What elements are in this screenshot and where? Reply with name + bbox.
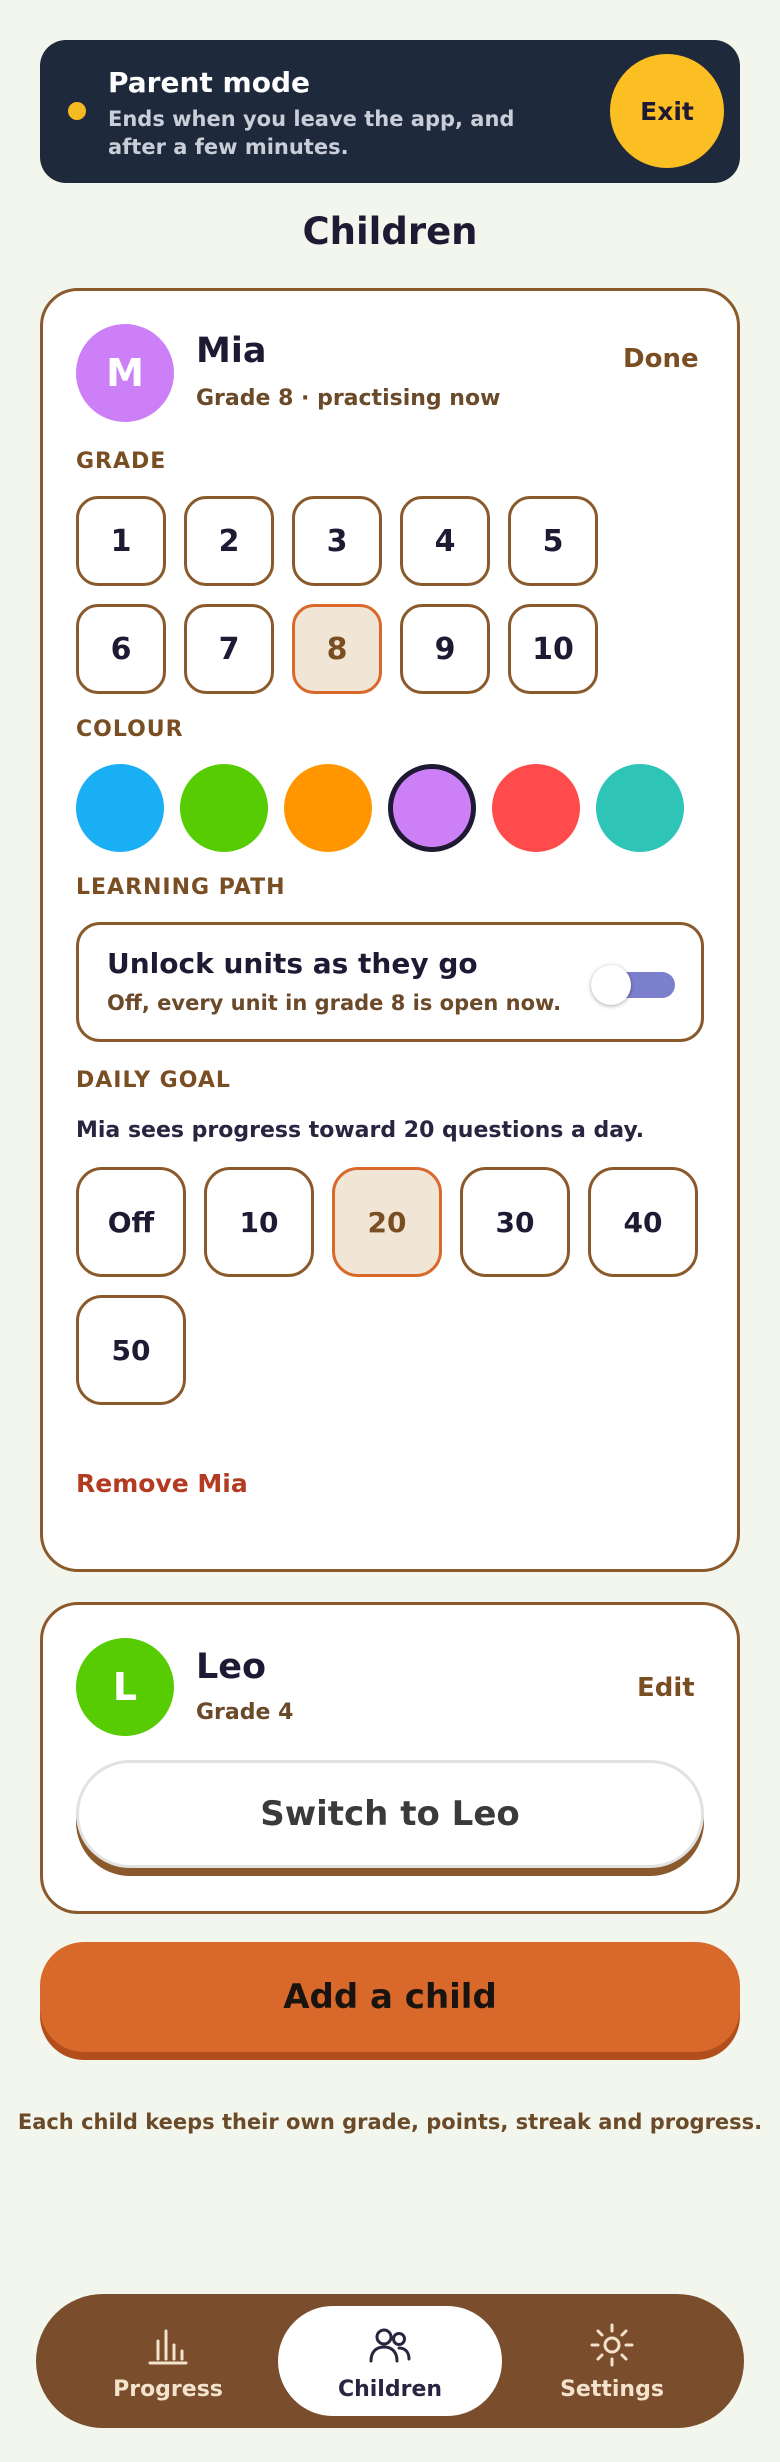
learning-path-setting: Unlock units as they go Off, every unit … (76, 922, 704, 1042)
child-card-mia: M Mia Grade 8 · practising now Done GRAD… (40, 288, 740, 1572)
avatar: L (76, 1638, 174, 1736)
child-card-leo: L Leo Grade 4 Edit Switch to Leo (40, 1602, 740, 1914)
add-child-button[interactable]: Add a child (40, 1942, 740, 2052)
grade-label: GRADE (76, 449, 167, 474)
avatar: M (76, 324, 174, 422)
colour-label: COLOUR (76, 717, 184, 742)
bar-chart-icon (148, 2329, 188, 2364)
colour-swatch-blue[interactable] (76, 764, 164, 852)
daily-goal-description: Mia sees progress toward 20 questions a … (76, 1118, 645, 1143)
grade-option-1[interactable]: 1 (76, 496, 166, 586)
done-button[interactable]: Done (623, 344, 699, 374)
nav-item-children[interactable]: Children (278, 2306, 502, 2416)
child-name: Mia (196, 331, 267, 371)
colour-swatch-orange[interactable] (284, 764, 372, 852)
toggle-knob (591, 965, 631, 1005)
goal-option-20-selected[interactable]: 20 (332, 1167, 442, 1277)
banner-subtitle: Ends when you leave the app, and after a… (108, 107, 515, 159)
page-title: Children (302, 210, 478, 253)
nav-label: Progress (113, 2376, 223, 2402)
colour-swatch-purple-selected[interactable] (388, 764, 476, 852)
people-icon (369, 2328, 411, 2362)
grade-option-4[interactable]: 4 (400, 496, 490, 586)
goal-option-40[interactable]: 40 (588, 1167, 698, 1277)
learning-path-label: LEARNING PATH (76, 875, 286, 900)
colour-swatch-teal[interactable] (596, 764, 684, 852)
nav-item-settings[interactable]: Settings (500, 2294, 724, 2428)
exit-button[interactable]: Exit (610, 54, 724, 168)
child-meta: Grade 8 · practising now (196, 386, 501, 411)
edit-button[interactable]: Edit (637, 1673, 695, 1703)
goal-option-10[interactable]: 10 (204, 1167, 314, 1277)
grade-option-7[interactable]: 7 (184, 604, 274, 694)
parent-mode-banner: Parent mode Ends when you leave the app,… (40, 40, 740, 183)
colour-swatch-green[interactable] (180, 764, 268, 852)
grade-option-6[interactable]: 6 (76, 604, 166, 694)
learning-path-title: Unlock units as they go (107, 947, 478, 980)
unlock-units-toggle[interactable] (591, 965, 675, 1005)
banner-title: Parent mode (108, 66, 310, 99)
nav-label: Children (337, 2376, 443, 2402)
remove-child-button[interactable]: Remove Mia (76, 1469, 248, 1498)
child-name: Leo (196, 1647, 267, 1687)
grade-option-2[interactable]: 2 (184, 496, 274, 586)
goal-option-30[interactable]: 30 (460, 1167, 570, 1277)
bottom-nav: Progress Children Settings (36, 2294, 744, 2428)
goal-option-off[interactable]: Off (76, 1167, 186, 1277)
grade-option-5[interactable]: 5 (508, 496, 598, 586)
nav-item-progress[interactable]: Progress (56, 2294, 280, 2428)
status-dot (68, 102, 86, 120)
grade-option-8-selected[interactable]: 8 (292, 604, 382, 694)
switch-child-button[interactable]: Switch to Leo (76, 1760, 704, 1868)
learning-path-description: Off, every unit in grade 8 is open now. (107, 991, 562, 1015)
colour-swatch-red[interactable] (492, 764, 580, 852)
sun-gear-icon (590, 2323, 634, 2366)
nav-label: Settings (560, 2376, 664, 2402)
goal-option-50[interactable]: 50 (76, 1295, 186, 1405)
child-meta: Grade 4 (196, 1700, 294, 1725)
daily-goal-label: DAILY GOAL (76, 1068, 231, 1093)
footnote: Each child keeps their own grade, points… (17, 2110, 763, 2134)
grade-option-10[interactable]: 10 (508, 604, 598, 694)
grade-option-9[interactable]: 9 (400, 604, 490, 694)
grade-option-3[interactable]: 3 (292, 496, 382, 586)
